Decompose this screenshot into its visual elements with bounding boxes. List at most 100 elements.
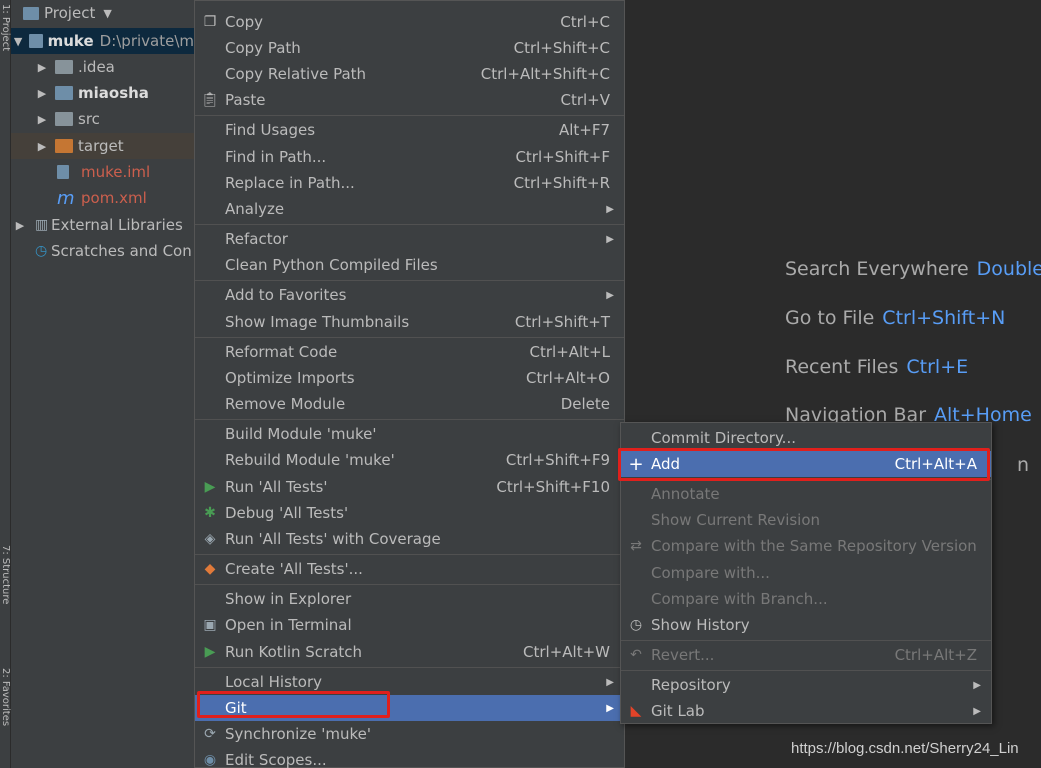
tree-item-idea[interactable]: ▶ .idea bbox=[11, 54, 194, 80]
chevron-right-icon: ▶ bbox=[606, 203, 614, 215]
tool-window-strip: 1: Project 7: Structure 2: Favorites bbox=[0, 0, 11, 768]
tree-item-label: Scratches and Con bbox=[51, 242, 192, 260]
tree-item-label: muke.iml bbox=[81, 163, 151, 181]
tree-item-src[interactable]: ▶ src bbox=[11, 106, 194, 132]
triangle-down-icon[interactable]: ▼ bbox=[13, 35, 23, 48]
project-view-selector[interactable]: Project ▼ bbox=[11, 0, 194, 26]
menu-item-analyze[interactable]: Analyze ▶ bbox=[195, 196, 624, 222]
menu-item-copy-relative-path[interactable]: Copy Relative Path Ctrl+Alt+Shift+C bbox=[195, 61, 624, 87]
hint-partial: n bbox=[1017, 454, 1030, 476]
terminal-icon: ▣ bbox=[203, 617, 217, 633]
git-item-compare-with-branch[interactable]: Compare with Branch... bbox=[621, 586, 991, 612]
menu-item-find-in-path[interactable]: Find in Path... Ctrl+Shift+F bbox=[195, 144, 624, 170]
project-icon bbox=[23, 6, 39, 20]
tree-item-label: muke bbox=[47, 32, 94, 50]
tree-item-external-libraries[interactable]: ▶ ▥ External Libraries bbox=[11, 212, 194, 238]
menu-item-copy[interactable]: ❐ Copy Ctrl+C bbox=[195, 9, 624, 35]
menu-item-show-image-thumbnails[interactable]: Show Image Thumbnails Ctrl+Shift+T bbox=[195, 309, 624, 335]
folder-icon bbox=[55, 112, 73, 126]
menu-separator bbox=[195, 667, 624, 668]
menu-item-build-module[interactable]: Build Module 'muke' bbox=[195, 421, 624, 447]
tree-item-label: pom.xml bbox=[81, 189, 147, 207]
tree-item-label: External Libraries bbox=[51, 216, 183, 234]
menu-separator bbox=[195, 584, 624, 585]
menu-item-paste[interactable]: 📋︎ Paste Ctrl+V bbox=[195, 87, 624, 113]
tree-item-label: target bbox=[78, 137, 124, 155]
gitlab-icon: ◣ bbox=[630, 703, 642, 719]
tree-item-scratches[interactable]: ◷ Scratches and Con bbox=[11, 238, 194, 264]
sync-icon: ⟳ bbox=[204, 726, 216, 742]
triangle-right-icon[interactable]: ▶ bbox=[13, 219, 27, 232]
maven-icon: m bbox=[57, 187, 75, 209]
menu-separator bbox=[621, 670, 991, 671]
tree-item-miaosha[interactable]: ▶ miaosha bbox=[11, 80, 194, 106]
menu-separator bbox=[195, 554, 624, 555]
menu-item-optimize-imports[interactable]: Optimize Imports Ctrl+Alt+O bbox=[195, 365, 624, 391]
libraries-icon: ▥ bbox=[35, 217, 49, 233]
menu-item-open-in-terminal[interactable]: ▣ Open in Terminal bbox=[195, 612, 624, 638]
git-item-compare-same-repo[interactable]: ⇄ Compare with the Same Repository Versio… bbox=[621, 533, 991, 559]
menu-item-replace-in-path[interactable]: Replace in Path... Ctrl+Shift+R bbox=[195, 170, 624, 196]
chevron-right-icon: ▶ bbox=[606, 233, 614, 245]
chevron-right-icon: ▶ bbox=[606, 702, 614, 714]
menu-item-show-in-explorer[interactable]: Show in Explorer bbox=[195, 586, 624, 612]
project-tool-tab[interactable]: 1: Project bbox=[0, 4, 11, 74]
menu-separator bbox=[195, 115, 624, 116]
menu-item-debug-all-tests[interactable]: ✱ Debug 'All Tests' bbox=[195, 500, 624, 526]
excluded-folder-icon bbox=[55, 139, 73, 153]
menu-item-edit-scopes[interactable]: ◉ Edit Scopes... bbox=[195, 747, 624, 768]
menu-item-copy-path[interactable]: Copy Path Ctrl+Shift+C bbox=[195, 35, 624, 61]
menu-separator bbox=[195, 224, 624, 225]
hint-go-to-file: Go to File Ctrl+Shift+N bbox=[785, 307, 1006, 329]
menu-item-add-to-favorites[interactable]: Add to Favorites ▶ bbox=[195, 282, 624, 308]
chevron-right-icon: ▶ bbox=[973, 679, 981, 691]
menu-item-run-with-coverage[interactable]: ◈ Run 'All Tests' with Coverage bbox=[195, 526, 624, 552]
menu-separator bbox=[195, 280, 624, 281]
chevron-right-icon: ▶ bbox=[973, 705, 981, 717]
paste-icon: 📋︎ bbox=[201, 92, 219, 108]
menu-item-rebuild-module[interactable]: Rebuild Module 'muke' Ctrl+Shift+F9 bbox=[195, 447, 624, 473]
menu-item-run-all-tests[interactable]: ▶ Run 'All Tests' Ctrl+Shift+F10 bbox=[195, 474, 624, 500]
menu-item-reformat-code[interactable]: Reformat Code Ctrl+Alt+L bbox=[195, 339, 624, 365]
menu-item-remove-module[interactable]: Remove Module Delete bbox=[195, 391, 624, 417]
scratches-icon: ◷ bbox=[35, 243, 48, 259]
menu-separator bbox=[195, 337, 624, 338]
scope-icon: ◉ bbox=[203, 752, 217, 768]
menu-item-clean-python[interactable]: Clean Python Compiled Files bbox=[195, 252, 624, 278]
git-item-annotate[interactable]: Annotate bbox=[621, 481, 991, 507]
menu-item-create-all-tests[interactable]: ◆ Create 'All Tests'... bbox=[195, 556, 624, 582]
chevron-down-icon[interactable]: ▼ bbox=[103, 7, 111, 20]
folder-icon bbox=[55, 60, 73, 74]
triangle-right-icon[interactable]: ▶ bbox=[35, 61, 49, 74]
tree-item-path: D:\private\m bbox=[99, 32, 194, 50]
module-folder-icon bbox=[29, 34, 43, 48]
git-item-show-history[interactable]: ◷ Show History bbox=[621, 612, 991, 638]
structure-tool-tab[interactable]: 7: Structure bbox=[0, 545, 11, 625]
tree-item-target[interactable]: ▶ target bbox=[11, 133, 194, 159]
watermark: https://blog.csdn.net/Sherry24_Lin bbox=[791, 740, 1019, 757]
menu-item-refactor[interactable]: Refactor ▶ bbox=[195, 226, 624, 252]
menu-item-synchronize[interactable]: ⟳ Synchronize 'muke' bbox=[195, 721, 624, 747]
tree-item-pom[interactable]: m pom.xml bbox=[11, 185, 194, 211]
tree-item-muke-iml[interactable]: muke.iml bbox=[11, 159, 194, 185]
run-icon: ▶ bbox=[204, 479, 216, 495]
hint-search-everywhere: Search Everywhere Double bbox=[785, 258, 1041, 280]
menu-item-run-kotlin-scratch[interactable]: ▶ Run Kotlin Scratch Ctrl+Alt+W bbox=[195, 639, 624, 665]
git-item-gitlab[interactable]: ◣ Git Lab ▶ bbox=[621, 698, 991, 724]
git-item-compare-with[interactable]: Compare with... bbox=[621, 560, 991, 586]
triangle-right-icon[interactable]: ▶ bbox=[35, 140, 49, 153]
triangle-right-icon[interactable]: ▶ bbox=[35, 87, 49, 100]
iml-file-icon bbox=[57, 165, 69, 179]
git-item-show-current-revision[interactable]: Show Current Revision bbox=[621, 507, 991, 533]
tree-item-muke[interactable]: ▼ muke D:\private\m bbox=[11, 28, 194, 54]
git-item-repository[interactable]: Repository ▶ bbox=[621, 672, 991, 698]
tree-item-label: src bbox=[78, 110, 100, 128]
annotation-box-git bbox=[197, 691, 390, 718]
git-item-revert[interactable]: ↶ Revert... Ctrl+Alt+Z bbox=[621, 642, 991, 668]
menu-item-find-usages[interactable]: Find Usages Alt+F7 bbox=[195, 117, 624, 143]
annotation-box-add bbox=[618, 448, 990, 481]
favorites-tool-tab[interactable]: 2: Favorites bbox=[0, 668, 11, 758]
chevron-right-icon: ▶ bbox=[606, 289, 614, 301]
tree-item-label: miaosha bbox=[78, 84, 149, 102]
triangle-right-icon[interactable]: ▶ bbox=[35, 113, 49, 126]
